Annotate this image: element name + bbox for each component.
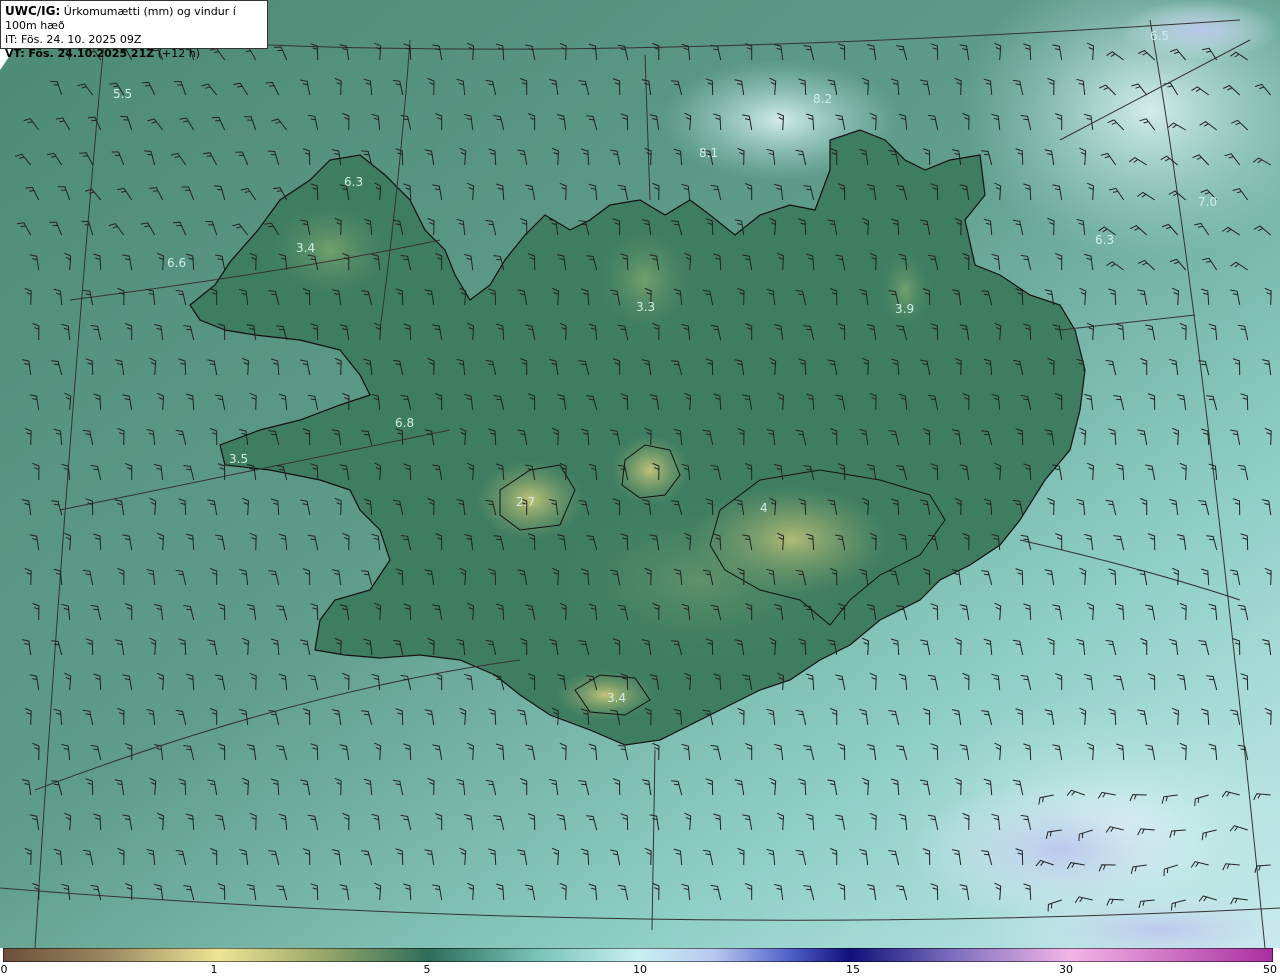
colorbar xyxy=(3,948,1273,962)
model-label: UWC/IG: xyxy=(5,4,61,18)
init-time-line: IT: Fös. 24. 10. 2025 09Z xyxy=(5,33,263,47)
colorbar-tick-label: 10 xyxy=(633,963,647,976)
field-value: 6.3 xyxy=(1095,233,1114,247)
field-value: 3.4 xyxy=(607,691,626,705)
trollaskagi-highland xyxy=(590,220,700,340)
field-value: 3.4 xyxy=(296,241,315,255)
valid-time-line: VT: Fös. 24.10.2025 21Z (+12 h) xyxy=(5,47,263,61)
field-value: 3.5 xyxy=(229,452,248,466)
colorbar-legend: 0 1 5 10 15 30 50 xyxy=(0,948,1280,978)
title-line: UWC/IG: Úrkomumætti (mm) og vindur í 100… xyxy=(5,4,263,33)
colorbar-tick-label: 15 xyxy=(846,963,860,976)
field-value: 6.5 xyxy=(1150,29,1169,43)
myrdalsjokull-highland xyxy=(555,670,655,720)
weather-map: 5.5 6.3 3.4 6.6 3.3 3.9 6.3 8.1 8.2 6.8 … xyxy=(0,0,1280,970)
field-value: 6.6 xyxy=(167,256,186,270)
field-value: 8.2 xyxy=(813,92,832,106)
field-value: 3.9 xyxy=(895,302,914,316)
field-value: 8.1 xyxy=(699,146,718,160)
colorbar-tick-label: 0 xyxy=(0,963,8,976)
colorbar-tick-label: 5 xyxy=(423,963,431,976)
colorbar-tick-label: 30 xyxy=(1059,963,1073,976)
forecast-info-box: UWC/IG: Úrkomumætti (mm) og vindur í 100… xyxy=(0,0,268,60)
map-canvas: 5.5 6.3 3.4 6.6 3.3 3.9 6.3 8.1 8.2 6.8 … xyxy=(0,0,1280,970)
init-prefix: IT: xyxy=(5,33,18,46)
init-time: Fös. 24. 10. 2025 09Z xyxy=(20,33,142,46)
field-value: 4 xyxy=(760,501,768,515)
colorbar-tick-label: 1 xyxy=(210,963,218,976)
field-value: 3.3 xyxy=(636,300,655,314)
lead-time: (+12 h) xyxy=(157,47,200,60)
westfjords-highland xyxy=(260,195,400,305)
field-value: 6.8 xyxy=(395,416,414,430)
field-value: 7.0 xyxy=(1198,195,1217,209)
field-value: 2.7 xyxy=(516,495,535,509)
colorbar-tick-label: 50 xyxy=(1263,963,1277,976)
field-value: 6.3 xyxy=(344,175,363,189)
valid-time: Fös. 24.10.2025 21Z xyxy=(28,47,155,60)
valid-prefix: VT: xyxy=(5,47,25,60)
colorbar-gradient xyxy=(3,948,1273,962)
field-value: 5.5 xyxy=(113,87,132,101)
